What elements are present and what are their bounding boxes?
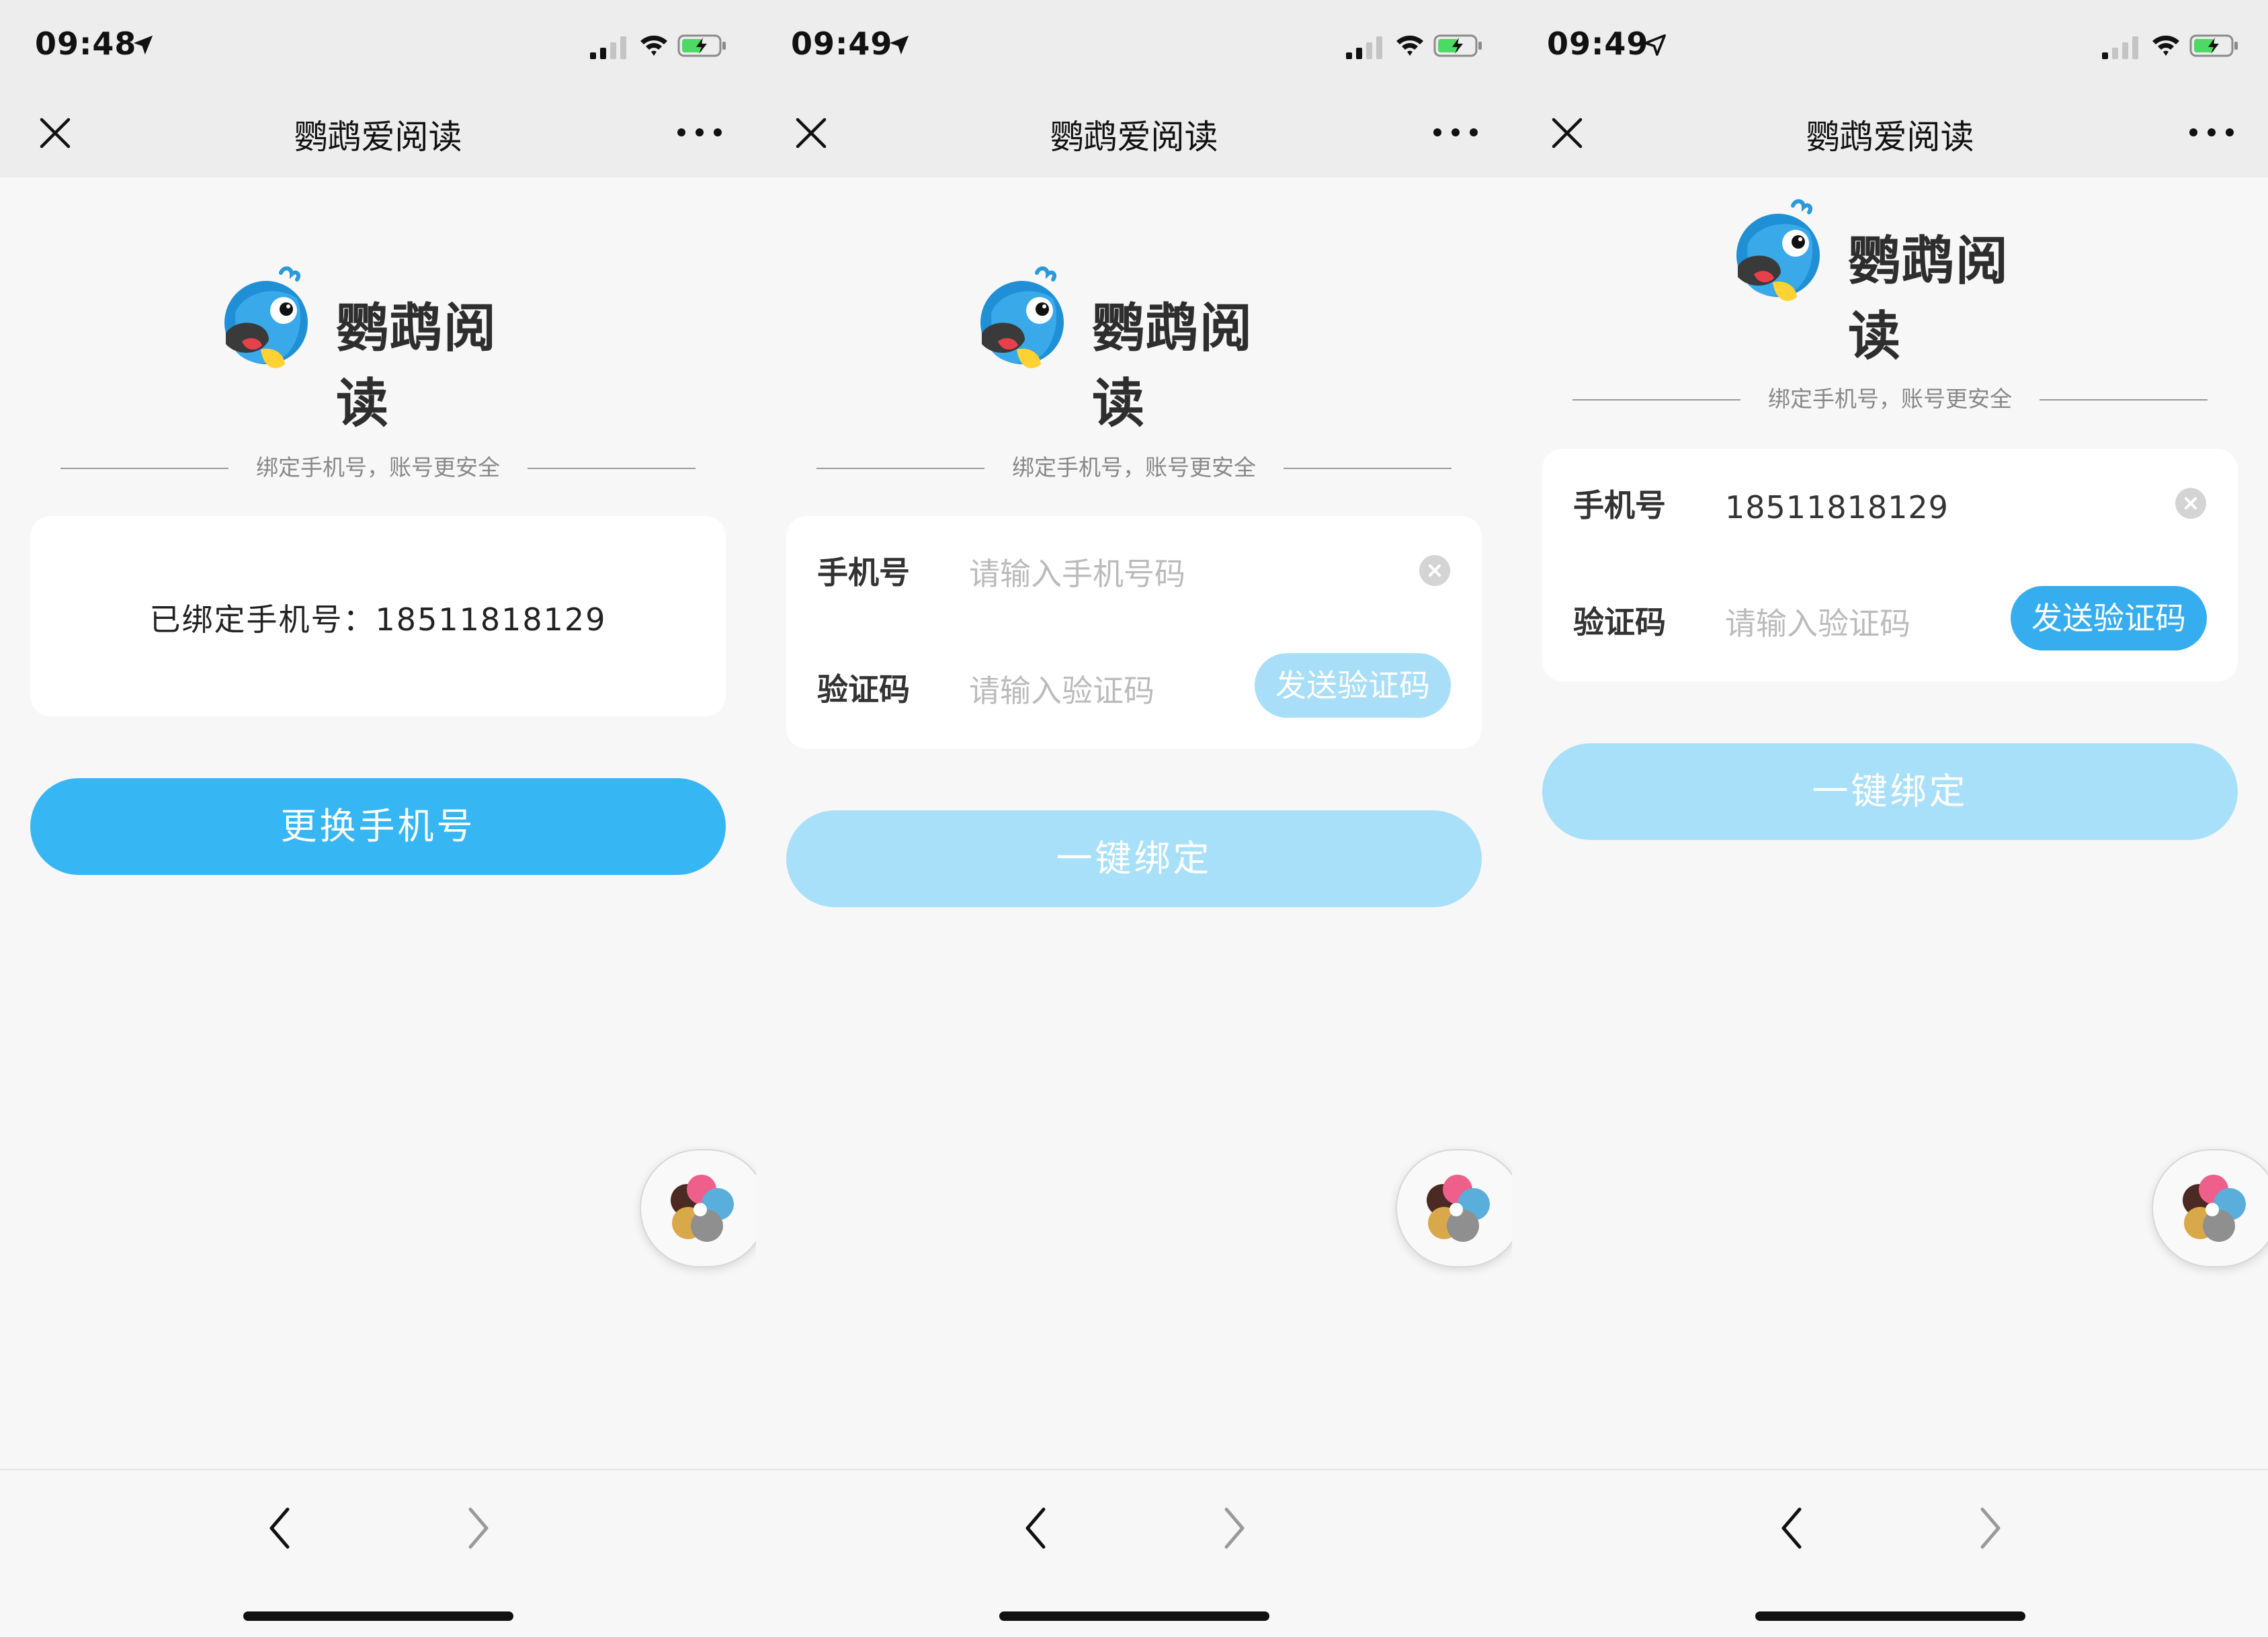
battery-charging-icon: [2189, 34, 2238, 57]
status-time: 09:48: [35, 26, 137, 62]
phone-label: 手机号: [1573, 487, 1666, 523]
signal-icon: [2102, 36, 2138, 59]
mini-program-float-icon: [671, 1175, 734, 1242]
code-input[interactable]: 请输入验证码: [1725, 599, 1910, 644]
page-title: 鹦鹉爱阅读: [1806, 118, 1974, 157]
location-arrow-icon: [1644, 34, 1666, 56]
wifi-icon: [640, 36, 667, 56]
screens-collage: 09:48 鹦鹉爱阅读 鹦鹉阅读 绑定手机号，账号更安全 已绑定手机号：1851…: [0, 0, 2268, 1637]
nav-header: 鹦鹉爱阅读: [1512, 89, 2268, 177]
bind-form-card: 手机号 18511818129 验证码 请输入验证码 发送验证码: [1542, 449, 2238, 681]
phone-input[interactable]: 18511818129: [1725, 489, 1949, 526]
bind-form-card: 手机号 请输入手机号码 验证码 请输入验证码 发送验证码: [786, 516, 1482, 749]
logo-text: 鹦鹉阅读: [1092, 298, 1254, 434]
nav-header: 鹦鹉爱阅读: [756, 89, 1512, 177]
status-bar: 09:48: [0, 0, 756, 89]
home-indicator: [243, 1611, 513, 1621]
bottom-toolbar: [1512, 1469, 2268, 1637]
divider-bind-hint: 绑定手机号，账号更安全: [60, 454, 696, 481]
mini-program-float-icon: [2183, 1175, 2246, 1242]
battery-charging-icon: [677, 34, 726, 57]
phone-input[interactable]: 请输入手机号码: [969, 550, 1185, 594]
status-time: 09:49: [1547, 26, 1649, 62]
logo: 鹦鹉阅读: [0, 266, 756, 434]
back-arrow-icon[interactable]: [1773, 1500, 1810, 1556]
bottom-toolbar: [0, 1469, 756, 1637]
screen-bound-phone: 09:48 鹦鹉爱阅读 鹦鹉阅读 绑定手机号，账号更安全 已绑定手机号：1851…: [0, 0, 756, 1637]
bind-hint-text: 绑定手机号，账号更安全: [1012, 454, 1256, 480]
status-bar: 09:49: [756, 0, 1512, 89]
home-indicator: [999, 1611, 1269, 1621]
nav-header: 鹦鹉爱阅读: [0, 89, 756, 177]
parrot-logo: [1736, 199, 1820, 301]
logo-text: 鹦鹉阅读: [336, 298, 498, 434]
screen-bind-empty: 09:49 鹦鹉爱阅读 鹦鹉阅读 绑定手机号，账号更安全 手机号 请输入手机号码…: [756, 0, 1512, 1637]
signal-icon: [1346, 36, 1382, 59]
clear-icon[interactable]: [1419, 555, 1450, 586]
page-title: 鹦鹉爱阅读: [294, 118, 462, 157]
logo: 鹦鹉阅读: [756, 266, 1512, 434]
back-arrow-icon[interactable]: [261, 1500, 298, 1556]
bind-hint-text: 绑定手机号，账号更安全: [1768, 386, 2012, 412]
page-title: 鹦鹉爱阅读: [1050, 118, 1218, 157]
send-code-button[interactable]: 发送验证码: [2011, 586, 2207, 650]
forward-arrow-icon[interactable]: [460, 1500, 497, 1556]
forward-arrow-icon[interactable]: [1216, 1500, 1253, 1556]
more-icon[interactable]: [2188, 122, 2235, 142]
bound-phone-text: 已绑定手机号：18511818129: [149, 601, 607, 638]
one-click-bind-button[interactable]: 一键绑定: [1542, 743, 2238, 840]
mini-program-float-button[interactable]: [640, 1149, 756, 1267]
location-arrow-icon: [889, 35, 909, 55]
back-arrow-icon[interactable]: [1017, 1500, 1054, 1556]
wifi-icon: [1396, 36, 1423, 56]
mini-program-float-button[interactable]: [2152, 1149, 2268, 1267]
mini-program-float-button[interactable]: [1396, 1149, 1512, 1267]
one-click-bind-button[interactable]: 一键绑定: [786, 810, 1482, 907]
code-input[interactable]: 请输入验证码: [969, 667, 1154, 711]
logo-text: 鹦鹉阅读: [1848, 231, 2010, 367]
phone-label: 手机号: [817, 554, 910, 591]
code-label: 验证码: [1573, 604, 1666, 640]
location-arrow-icon: [133, 35, 153, 55]
more-icon[interactable]: [676, 122, 723, 142]
mini-program-float-icon: [1427, 1175, 1490, 1242]
bottom-toolbar: [756, 1469, 1512, 1637]
divider-bind-hint: 绑定手机号，账号更安全: [816, 454, 1452, 481]
status-bar: 09:49: [1512, 0, 2268, 89]
parrot-logo: [980, 266, 1064, 368]
screen-bind-filled: 09:49 鹦鹉爱阅读 鹦鹉阅读 绑定手机号，账号更安全 手机号 1851181…: [1512, 0, 2268, 1637]
bound-phone-card: 已绑定手机号：18511818129: [30, 516, 726, 716]
battery-charging-icon: [1433, 34, 1482, 57]
send-code-button[interactable]: 发送验证码: [1255, 653, 1451, 718]
bind-hint-text: 绑定手机号，账号更安全: [256, 454, 500, 480]
parrot-logo: [224, 266, 308, 368]
forward-arrow-icon[interactable]: [1972, 1500, 2009, 1556]
clear-icon[interactable]: [2175, 488, 2206, 519]
home-indicator: [1755, 1611, 2025, 1621]
change-phone-button[interactable]: 更换手机号: [30, 778, 726, 875]
status-time: 09:49: [791, 26, 893, 62]
divider-bind-hint: 绑定手机号，账号更安全: [1572, 386, 2208, 413]
logo: 鹦鹉阅读: [1512, 199, 2268, 367]
signal-icon: [590, 36, 626, 59]
more-icon[interactable]: [1432, 122, 1479, 142]
wifi-icon: [2152, 36, 2179, 56]
code-label: 验证码: [817, 671, 910, 708]
